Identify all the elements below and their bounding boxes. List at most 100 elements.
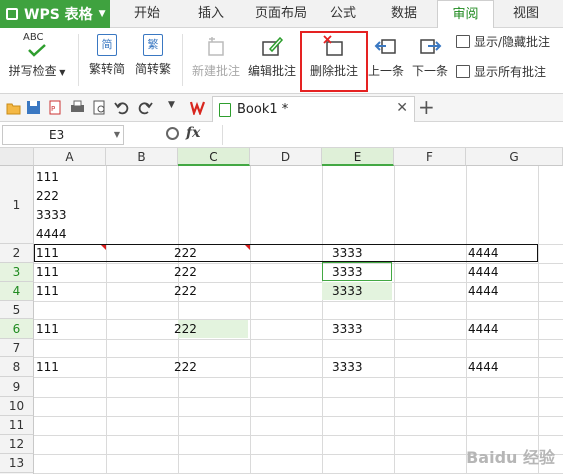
tab-page-layout[interactable]: 页面布局 xyxy=(246,0,316,28)
cell-g6[interactable]: 4444 xyxy=(466,322,499,336)
formula-input[interactable] xyxy=(222,125,560,145)
cell-e6[interactable]: 3333 xyxy=(330,322,363,336)
redo-icon[interactable] xyxy=(138,100,153,115)
export-pdf-icon[interactable]: P xyxy=(48,100,63,115)
save-icon[interactable] xyxy=(26,100,41,115)
cell-c4[interactable]: 222 xyxy=(172,284,197,298)
grid-line xyxy=(34,416,563,417)
trad-to-simp-button[interactable]: 简 繁转简 xyxy=(86,32,128,90)
grid-line xyxy=(538,166,539,474)
tab-insert[interactable]: 插入 xyxy=(186,0,236,28)
undo-icon[interactable] xyxy=(114,100,129,115)
cell-g3[interactable]: 4444 xyxy=(466,265,499,279)
grid-line xyxy=(34,435,563,436)
cell-a8[interactable]: 111 xyxy=(34,360,59,374)
baidu-watermark: Baidu 经验 xyxy=(466,448,555,467)
row-header-13[interactable]: 13 xyxy=(0,454,34,473)
show-all-comments-icon xyxy=(456,65,470,78)
row-header-2[interactable]: 2 xyxy=(0,244,34,263)
row-header-7[interactable]: 7 xyxy=(0,339,34,357)
spreadsheet-grid: A B C D E F G 1 2 3 4 5 6 7 8 9 10 11 12… xyxy=(0,148,563,474)
show-all-comments-label: 显示所有批注 xyxy=(474,65,547,79)
previous-comment-button[interactable]: 上一条 xyxy=(366,32,406,90)
cell-g4[interactable]: 4444 xyxy=(466,284,499,298)
column-header-d[interactable]: D xyxy=(250,148,322,166)
row-header-3[interactable]: 3 xyxy=(0,263,34,282)
column-header-c[interactable]: C xyxy=(178,148,250,166)
spreadsheet-file-icon xyxy=(219,103,231,117)
document-tab[interactable]: Book1 * ✕ xyxy=(212,96,415,122)
select-all-corner[interactable] xyxy=(0,148,34,166)
next-comment-button[interactable]: 下一条 xyxy=(410,32,450,90)
spell-check-icon: ABC xyxy=(23,32,49,58)
tab-formulas[interactable]: 公式 xyxy=(318,0,368,28)
ribbon-separator xyxy=(78,34,79,86)
column-header-e[interactable]: E xyxy=(322,148,394,166)
cell-c8[interactable]: 222 xyxy=(172,360,197,374)
tab-view[interactable]: 视图 xyxy=(500,0,552,28)
cell-c6[interactable]: 222 xyxy=(172,322,197,336)
wps-w-logo-icon xyxy=(190,101,205,115)
grid-line xyxy=(394,166,395,474)
cell-e8[interactable]: 3333 xyxy=(330,360,363,374)
simp-to-trad-button[interactable]: 繁 简转繁 xyxy=(132,32,174,90)
show-all-comments-button[interactable]: 显示所有批注 xyxy=(454,62,546,82)
print-preview-icon[interactable] xyxy=(92,100,107,115)
row-header-1[interactable]: 1 xyxy=(0,166,34,244)
name-box-value: E3 xyxy=(49,128,65,142)
row-header-12[interactable]: 12 xyxy=(0,435,34,454)
cell-a1[interactable]: 111 222 3333 4444 xyxy=(34,168,67,244)
row-header-11[interactable]: 11 xyxy=(0,416,34,435)
tab-home[interactable]: 开始 xyxy=(122,0,172,28)
svg-text:P: P xyxy=(51,105,55,113)
simp-to-trad-icon: 繁 xyxy=(143,34,163,56)
wps-logo-icon xyxy=(6,8,18,20)
chevron-down-icon: ▼ xyxy=(98,9,106,19)
ribbon-separator xyxy=(182,34,183,86)
row-header-10[interactable]: 10 xyxy=(0,397,34,416)
search-icon[interactable] xyxy=(166,127,179,140)
edit-comment-button[interactable]: 编辑批注 xyxy=(246,32,298,90)
grid-line xyxy=(34,377,563,378)
active-cell-e3[interactable] xyxy=(322,262,392,281)
column-header-f[interactable]: F xyxy=(394,148,466,166)
new-comment-button[interactable]: 新建批注 xyxy=(190,32,242,90)
row-header-9[interactable]: 9 xyxy=(0,377,34,397)
arrow-left-icon xyxy=(374,34,398,58)
column-header-b[interactable]: B xyxy=(106,148,178,166)
cell-a4[interactable]: 111 xyxy=(34,284,59,298)
row-2-cell-border xyxy=(34,244,538,262)
print-icon[interactable] xyxy=(70,100,85,115)
spell-check-button[interactable]: ABC 拼写检查 ▼ xyxy=(6,32,68,90)
row-header-8[interactable]: 8 xyxy=(0,357,34,377)
name-box[interactable]: E3 ▼ xyxy=(2,125,124,145)
open-folder-icon[interactable] xyxy=(6,100,21,115)
chevron-down-icon[interactable]: ▼ xyxy=(114,126,120,144)
cell-a3[interactable]: 111 xyxy=(34,265,59,279)
edit-comment-icon xyxy=(260,34,284,58)
show-hide-comment-button[interactable]: 显示/隐藏批注 xyxy=(454,32,550,52)
cell-g8[interactable]: 4444 xyxy=(466,360,499,374)
cell-a6[interactable]: 111 xyxy=(34,322,59,336)
close-tab-icon[interactable]: ✕ xyxy=(396,100,408,116)
row-header-4[interactable]: 4 xyxy=(0,282,34,301)
grid-line xyxy=(34,319,563,320)
cell-e4[interactable]: 3333 xyxy=(330,284,363,298)
column-header-a[interactable]: A xyxy=(34,148,106,166)
row-header-5[interactable]: 5 xyxy=(0,301,34,319)
wps-spreadsheet-window: WPS 表格 ▼ 开始 插入 页面布局 公式 数据 审阅 视图 ABC 拼写检查… xyxy=(0,0,563,474)
cell-c3[interactable]: 222 xyxy=(172,265,197,279)
show-hide-comment-icon xyxy=(456,35,470,48)
insert-function-icon[interactable]: fx xyxy=(186,125,200,141)
tab-data[interactable]: 数据 xyxy=(378,0,430,28)
customize-toolbar-chevron-icon[interactable]: ▼ xyxy=(168,100,183,115)
review-ribbon: ABC 拼写检查 ▼ 简 繁转简 繁 简转繁 新建批注 编辑批注 删除批注 上一… xyxy=(0,28,563,94)
spell-check-label: 拼写检查 xyxy=(8,64,57,78)
row-header-6[interactable]: 6 xyxy=(0,319,34,339)
new-tab-plus-icon[interactable]: + xyxy=(418,95,435,119)
tab-review[interactable]: 审阅 xyxy=(437,0,494,29)
trad-to-simp-label: 繁转简 xyxy=(88,62,125,76)
wps-app-menu-button[interactable]: WPS 表格 ▼ xyxy=(0,0,110,28)
app-name: WPS 表格 xyxy=(24,7,93,23)
column-header-g[interactable]: G xyxy=(466,148,563,166)
